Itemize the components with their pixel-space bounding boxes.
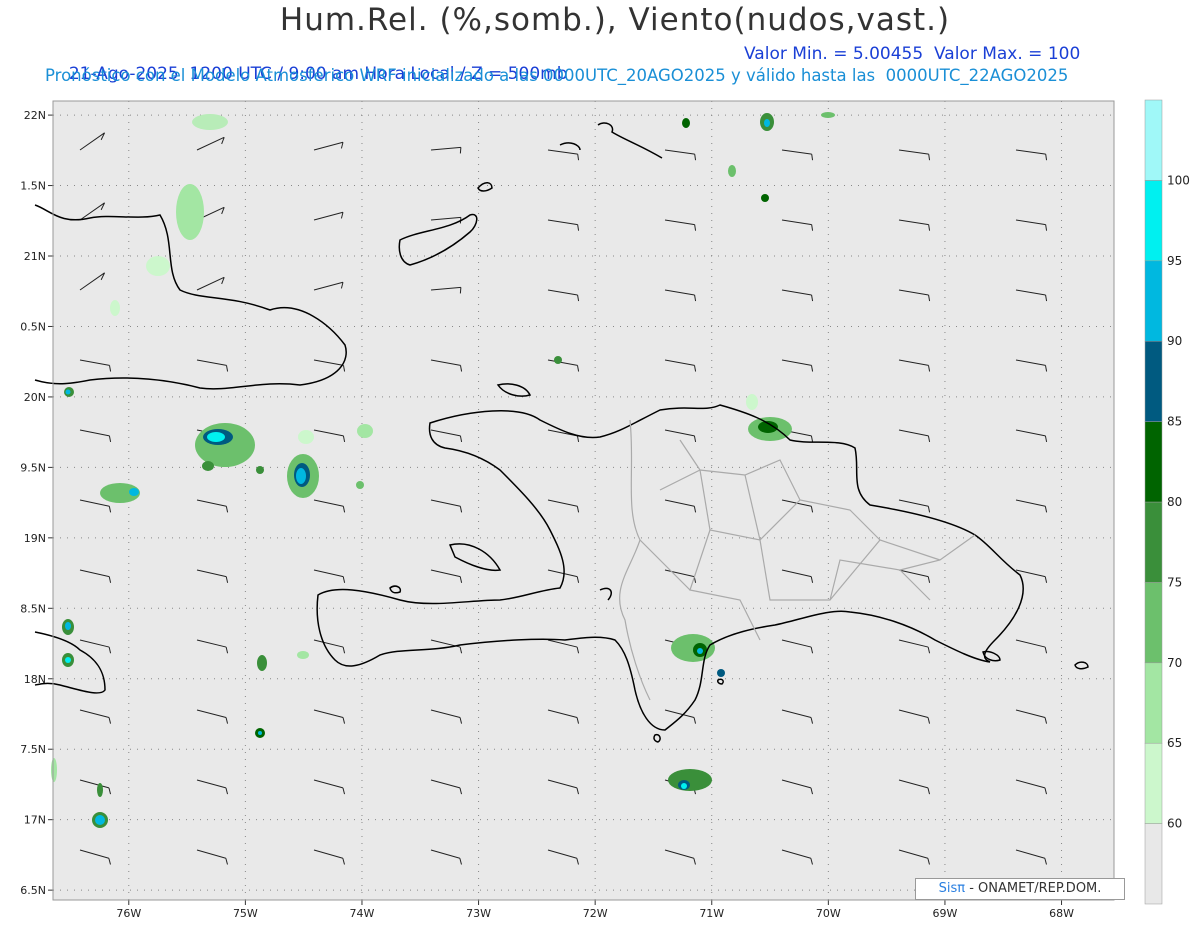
lon-label: 73W xyxy=(466,907,491,920)
lat-label: 22N xyxy=(24,109,46,122)
credit-box: Sisπ - ONAMET/REP.DOM. xyxy=(915,878,1125,900)
lon-label: 75W xyxy=(233,907,258,920)
colorbar-swatch xyxy=(1144,421,1163,503)
credit-org: - ONAMET/REP.DOM. xyxy=(969,881,1102,896)
forecast-map: 60 65 70 75 80 85 90 95 100 22N 1.5N 21N 0.5N 20N 9.5… xyxy=(20,99,1190,920)
colorbar-swatch xyxy=(1144,823,1163,905)
colorbar-label: 85 xyxy=(1167,415,1182,429)
lat-label: 19N xyxy=(24,532,46,545)
colorbar-swatch xyxy=(1144,340,1163,422)
lon-label: 74W xyxy=(350,907,375,920)
lon-label: 68W xyxy=(1049,907,1074,920)
lon-label: 69W xyxy=(933,907,958,920)
colorbar-swatch xyxy=(1144,582,1163,664)
lat-label: 20N xyxy=(24,391,46,404)
colorbar-label: 80 xyxy=(1167,495,1182,509)
colorbar-swatch xyxy=(1144,662,1163,744)
lat-label: 18N xyxy=(24,673,46,686)
colorbar-label: 60 xyxy=(1167,817,1182,831)
colorbar-swatch xyxy=(1144,501,1163,583)
colorbar-swatch xyxy=(1144,180,1163,262)
lon-label: 76W xyxy=(116,907,141,920)
colorbar-swatch xyxy=(1144,260,1163,342)
map-background xyxy=(53,101,1114,900)
lon-label: 70W xyxy=(816,907,841,920)
colorbar-label: 70 xyxy=(1167,656,1182,670)
lat-label: 0.5N xyxy=(20,320,46,333)
colorbar-label: 75 xyxy=(1167,575,1182,589)
colorbar-label: 65 xyxy=(1167,736,1182,750)
colorbar-label: 90 xyxy=(1167,334,1182,348)
lat-label: 7.5N xyxy=(20,743,46,756)
credit-sis: Sisπ xyxy=(938,881,966,896)
lat-label: 9.5N xyxy=(20,461,46,474)
lon-label: 71W xyxy=(699,907,724,920)
lat-label: 8.5N xyxy=(20,602,46,615)
lat-label: 21N xyxy=(24,250,46,263)
lat-label: 1.5N xyxy=(20,180,46,193)
lat-label: 6.5N xyxy=(20,884,46,897)
lon-label: 72W xyxy=(583,907,608,920)
colorbar-swatch xyxy=(1144,99,1163,181)
colorbar-label: 100 xyxy=(1167,173,1190,187)
colorbar-label: 95 xyxy=(1167,254,1182,268)
colorbar-swatch xyxy=(1144,742,1163,824)
colorbar: 60 65 70 75 80 85 90 95 100 xyxy=(1144,99,1190,905)
lat-label: 17N xyxy=(24,814,46,827)
